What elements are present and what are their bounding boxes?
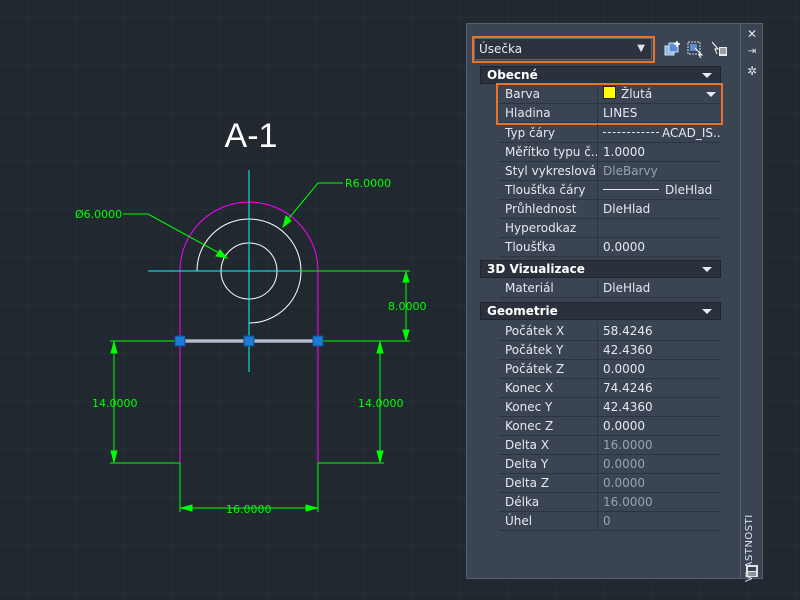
ltscale-value[interactable]: 1.0000: [598, 143, 721, 162]
prop-label: Hyperodkaz: [499, 219, 598, 238]
prop-row-plotstyle: Styl vykreslování DleBarvy: [499, 162, 721, 181]
section-general-title: Obecné: [487, 68, 538, 82]
chevron-down-icon: [702, 73, 712, 78]
grip-start[interactable]: [174, 335, 186, 347]
prop-label: Délka: [499, 493, 598, 512]
color-swatch: [603, 86, 616, 99]
palette-menu-icon[interactable]: [745, 564, 759, 578]
prop-row-start-z[interactable]: Počátek Z 0.0000: [499, 360, 721, 379]
prop-row-material[interactable]: Materiál DleHlad: [499, 279, 721, 298]
prop-label: Delta X: [499, 436, 598, 455]
height-dim-text: 8.0000: [388, 300, 427, 313]
layer-value[interactable]: LINES: [598, 104, 721, 123]
prop-label: Počátek Y: [499, 341, 598, 360]
prop-label: Konec Z: [499, 417, 598, 436]
close-icon[interactable]: ✕: [745, 27, 759, 41]
prop-label: Delta Y: [499, 455, 598, 474]
palette-sidebar: ✕ ⇥ ✲ VLASTNOSTI: [741, 23, 763, 582]
section-3d-visualization[interactable]: 3D Vizualizace: [480, 260, 721, 278]
chevron-down-icon: [706, 92, 716, 97]
end-z-value[interactable]: 0.0000: [598, 417, 721, 436]
quick-select-icon[interactable]: [710, 40, 728, 58]
lineweight-value[interactable]: DleHlad: [598, 181, 721, 200]
properties-palette: Úsečka ▼ Obecné Barva Žlutá Hladina LINE…: [466, 23, 741, 579]
prop-row-delta-y: Delta Y 0.0000: [499, 455, 721, 474]
prop-row-end-z[interactable]: Konec Z 0.0000: [499, 417, 721, 436]
thickness-value[interactable]: 0.0000: [598, 238, 721, 257]
delta-z-value: 0.0000: [598, 474, 721, 493]
properties-menu-icon[interactable]: ✲: [745, 64, 759, 78]
prop-label: Materiál: [499, 279, 598, 298]
prop-label: Průhlednost: [499, 200, 598, 219]
prop-label: Počátek X: [499, 322, 598, 341]
transparency-value[interactable]: DleHlad: [598, 200, 721, 219]
prop-row-length: Délka 16.0000: [499, 493, 721, 512]
prop-row-hyperlink[interactable]: Hyperodkaz: [499, 219, 721, 238]
material-value[interactable]: DleHlad: [598, 279, 721, 298]
right-height-dim-text: 14.0000: [358, 397, 404, 410]
section-geometry-title: Geometrie: [487, 304, 558, 318]
bottom-width-dim-text: 16.0000: [226, 503, 272, 516]
autohide-icon[interactable]: ⇥: [745, 45, 759, 59]
prop-label: Měřítko typu č...: [499, 143, 598, 162]
object-type-value: Úsečka: [479, 42, 523, 56]
start-y-value[interactable]: 42.4360: [598, 341, 721, 360]
prop-row-lineweight[interactable]: Tloušťka čáry DleHlad: [499, 181, 721, 200]
prop-row-delta-z: Delta Z 0.0000: [499, 474, 721, 493]
prop-label: Delta Z: [499, 474, 598, 493]
prop-label: Tloušťka čáry: [499, 181, 598, 200]
prop-label: Barva: [499, 85, 598, 104]
length-value: 16.0000: [598, 493, 721, 512]
color-dropdown[interactable]: Žlutá: [598, 85, 721, 104]
chevron-down-icon: [702, 267, 712, 272]
chevron-down-icon: ▼: [637, 43, 645, 54]
prop-row-angle: Úhel 0: [499, 512, 721, 531]
plotstyle-value: DleBarvy: [598, 162, 721, 181]
section-3d-title: 3D Vizualizace: [487, 262, 585, 276]
diameter-dim-text: Ø6.0000: [75, 208, 122, 221]
select-objects-icon[interactable]: [686, 40, 704, 58]
prop-row-color[interactable]: Barva Žlutá: [499, 85, 721, 104]
drawing-title: A-1: [225, 117, 278, 155]
color-value: Žlutá: [621, 87, 653, 101]
delta-x-value: 16.0000: [598, 436, 721, 455]
angle-value: 0: [598, 512, 721, 531]
grip-end[interactable]: [312, 335, 324, 347]
hyperlink-value[interactable]: [598, 219, 721, 238]
prop-row-start-x[interactable]: Počátek X 58.4246: [499, 322, 721, 341]
end-y-value[interactable]: 42.4360: [598, 398, 721, 417]
linetype-sample: [603, 132, 659, 133]
prop-label: Typ čáry: [499, 124, 598, 143]
prop-row-delta-x: Delta X 16.0000: [499, 436, 721, 455]
prop-row-transparency[interactable]: Průhlednost DleHlad: [499, 200, 721, 219]
radius-dim-text: R6.0000: [345, 177, 391, 190]
prop-label: Počátek Z: [499, 360, 598, 379]
lineweight-sample: [603, 189, 659, 190]
prop-label: Úhel: [499, 512, 598, 531]
grip-mid[interactable]: [243, 335, 255, 347]
prop-row-ltscale[interactable]: Měřítko typu č... 1.0000: [499, 143, 721, 162]
prop-row-start-y[interactable]: Počátek Y 42.4360: [499, 341, 721, 360]
start-z-value[interactable]: 0.0000: [598, 360, 721, 379]
prop-label: Tloušťka: [499, 238, 598, 257]
delta-y-value: 0.0000: [598, 455, 721, 474]
left-height-dim-text: 14.0000: [92, 397, 138, 410]
toggle-pickadd-icon[interactable]: [663, 40, 681, 58]
prop-label: Hladina: [499, 104, 598, 123]
prop-label: Styl vykreslování: [499, 162, 598, 181]
section-geometry[interactable]: Geometrie: [480, 302, 721, 320]
section-general[interactable]: Obecné: [480, 66, 721, 84]
prop-row-layer[interactable]: Hladina LINES: [499, 104, 721, 123]
prop-label: Konec X: [499, 379, 598, 398]
prop-row-end-y[interactable]: Konec Y 42.4360: [499, 398, 721, 417]
linetype-value[interactable]: ACAD_IS...: [598, 124, 721, 143]
chevron-down-icon: [702, 309, 712, 314]
prop-row-end-x[interactable]: Konec X 74.4246: [499, 379, 721, 398]
prop-label: Konec Y: [499, 398, 598, 417]
end-x-value[interactable]: 74.4246: [598, 379, 721, 398]
prop-row-linetype[interactable]: Typ čáry ACAD_IS...: [499, 124, 721, 143]
start-x-value[interactable]: 58.4246: [598, 322, 721, 341]
prop-row-thickness[interactable]: Tloušťka 0.0000: [499, 238, 721, 257]
object-type-select[interactable]: Úsečka ▼: [474, 38, 652, 60]
